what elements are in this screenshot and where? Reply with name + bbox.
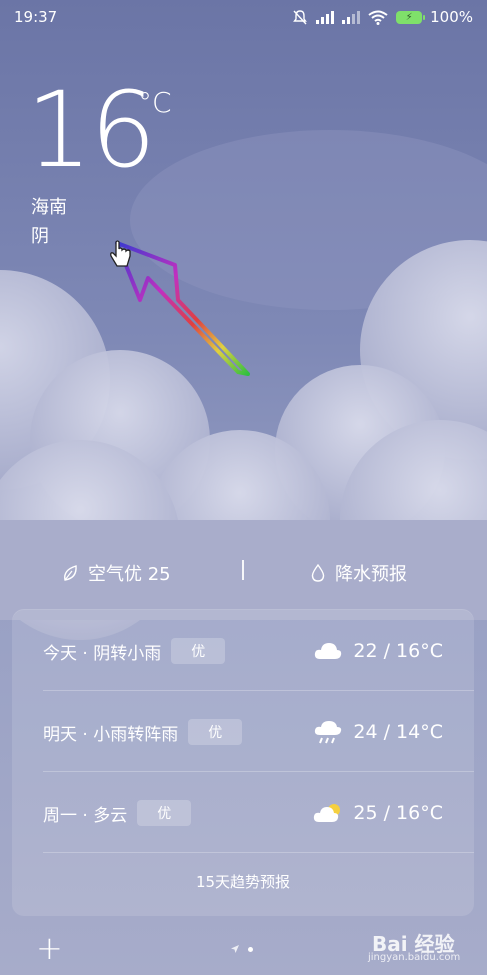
- watermark-url: jingyan.baidu.com: [368, 952, 461, 963]
- forecast-temp: 24 / 14°C: [353, 721, 443, 743]
- partly-cloudy-icon: [314, 804, 341, 822]
- info-row: 空气优 25 降水预报: [0, 552, 487, 590]
- status-bar: 19:37 ⚡ 100%: [0, 0, 487, 34]
- wifi-icon: [368, 10, 388, 25]
- temperature-unit: °C: [138, 86, 172, 119]
- location-arrow-icon: [231, 945, 239, 953]
- air-quality-label: 空气优 25: [88, 564, 171, 585]
- page-indicator: [230, 944, 253, 954]
- rain-forecast[interactable]: 降水预报: [311, 560, 407, 586]
- status-time: 19:37: [14, 8, 58, 26]
- mute-bell-icon: [293, 10, 308, 25]
- rain-forecast-label: 降水预报: [335, 564, 407, 585]
- status-icons: ⚡ 100%: [292, 8, 473, 26]
- forecast-card: 今天 · 阴转小雨 优 22 / 16°C 明天 · 小雨转阵雨 优 24 / …: [12, 609, 474, 916]
- aqi-badge: 优: [188, 719, 243, 745]
- row-divider: [43, 771, 474, 772]
- info-divider: [242, 560, 244, 580]
- add-city-button[interactable]: +: [36, 932, 63, 964]
- forecast-row-tomorrow[interactable]: 明天 · 小雨转阵雨 优 24 / 14°C: [43, 692, 443, 772]
- forecast-row-monday[interactable]: 周一 · 多云 优 25 / 16°C: [43, 773, 443, 853]
- location-name[interactable]: 海南: [31, 193, 67, 219]
- forecast-row-today[interactable]: 今天 · 阴转小雨 优 22 / 16°C: [43, 611, 443, 691]
- battery-icon: ⚡: [396, 10, 426, 24]
- temperature-value: 16: [26, 69, 156, 191]
- forecast-label: 明天 · 小雨转阵雨: [43, 724, 179, 745]
- row-divider: [43, 690, 474, 691]
- battery-percent: 100%: [430, 8, 473, 26]
- forecast-temp: 25 / 16°C: [353, 802, 443, 824]
- leaf-icon: [64, 565, 77, 581]
- raindrop-icon: [311, 564, 325, 582]
- trend-forecast-link[interactable]: 15天趋势预报: [12, 871, 474, 892]
- weather-condition: 阴: [31, 226, 49, 247]
- rain-cloud-icon: [315, 721, 342, 744]
- signal-2-icon: [342, 10, 361, 24]
- aqi-badge: 优: [171, 638, 226, 664]
- current-temperature: 16 °C: [26, 69, 172, 191]
- forecast-label: 周一 · 多云: [43, 805, 128, 826]
- row-divider: [43, 852, 474, 853]
- forecast-temp: 22 / 16°C: [353, 640, 443, 662]
- page-dot: [248, 946, 253, 952]
- aqi-badge: 优: [137, 800, 192, 826]
- signal-1-icon: [316, 10, 335, 24]
- hand-cursor-icon: [110, 240, 131, 267]
- air-quality[interactable]: 空气优 25: [62, 560, 171, 586]
- cloud-icon: [315, 643, 342, 659]
- forecast-label: 今天 · 阴转小雨: [43, 643, 162, 664]
